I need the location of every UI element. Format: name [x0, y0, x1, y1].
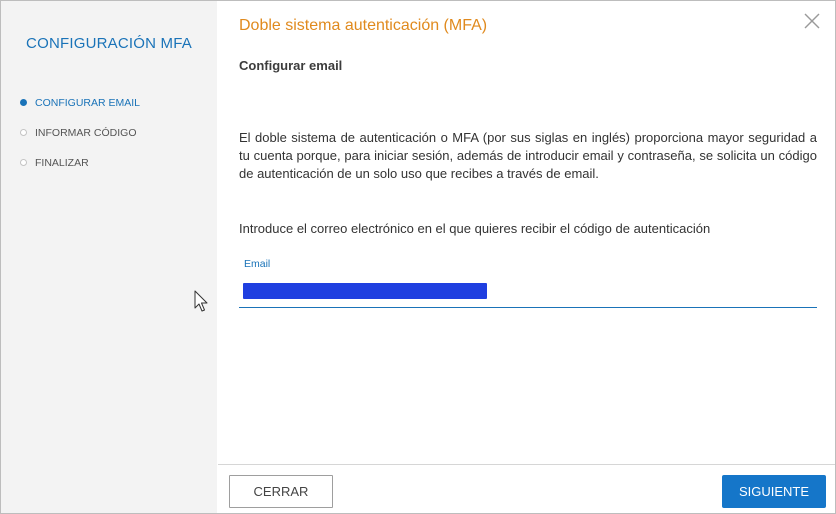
close-dialog-button[interactable]: CERRAR — [229, 475, 333, 508]
step-list: CONFIGURAR EMAIL INFORMAR CÓDIGO FINALIZ… — [20, 95, 140, 185]
footer-divider — [218, 464, 835, 465]
step-label: CONFIGURAR EMAIL — [35, 96, 141, 109]
section-subtitle: Configurar email — [239, 58, 343, 73]
next-button[interactable]: SIGUIENTE — [722, 475, 826, 508]
email-instruction: Introduce el correo electrónico en el qu… — [239, 221, 711, 236]
step-configurar-email: CONFIGURAR EMAIL — [20, 95, 140, 110]
step-active-dot-icon — [20, 99, 27, 106]
step-dot-icon — [20, 129, 27, 136]
step-finalizar: FINALIZAR — [20, 155, 140, 170]
close-icon — [804, 13, 820, 29]
close-button[interactable] — [802, 11, 822, 31]
dialog-title: Doble sistema autenticación (MFA) — [239, 17, 488, 34]
mfa-dialog: CONFIGURACIÓN MFA CONFIGURAR EMAIL INFOR… — [0, 0, 836, 514]
email-field-label: Email — [244, 258, 271, 270]
email-redacted-value — [243, 283, 487, 299]
step-label: FINALIZAR — [35, 156, 89, 169]
mfa-description: El doble sistema de autenticación o MFA … — [239, 130, 817, 181]
step-label: INFORMAR CÓDIGO — [35, 126, 137, 139]
step-informar-codigo: INFORMAR CÓDIGO — [20, 125, 140, 140]
sidebar: CONFIGURACIÓN MFA CONFIGURAR EMAIL INFOR… — [1, 1, 217, 513]
sidebar-title: CONFIGURACIÓN MFA — [26, 35, 192, 52]
step-dot-icon — [20, 159, 27, 166]
mouse-pointer-icon — [194, 290, 208, 312]
